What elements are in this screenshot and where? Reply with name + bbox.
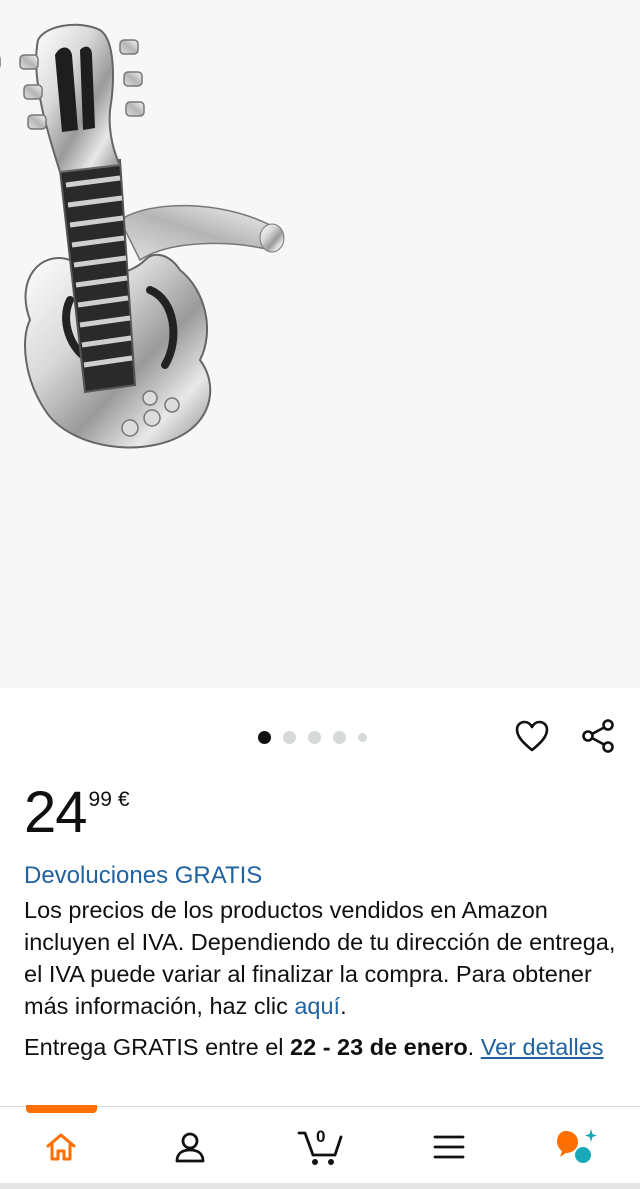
price-fraction: 99 bbox=[88, 788, 112, 811]
free-returns-link[interactable]: Devoluciones GRATIS bbox=[24, 862, 262, 890]
price-currency: € bbox=[117, 788, 130, 811]
product-image-cufflinks bbox=[0, 0, 640, 688]
pagination-dot-3[interactable] bbox=[308, 730, 321, 744]
nav-home[interactable] bbox=[31, 1123, 91, 1171]
person-icon bbox=[175, 1132, 205, 1163]
tax-note-end: . bbox=[340, 993, 347, 1019]
pagination-dot-5[interactable] bbox=[358, 732, 367, 742]
heart-icon bbox=[515, 720, 549, 752]
delivery-suffix: . bbox=[467, 1034, 481, 1060]
menu-icon bbox=[433, 1135, 465, 1159]
cart-count: 0 bbox=[316, 1127, 326, 1146]
bottom-navigation: 0 bbox=[0, 1105, 640, 1189]
share-button[interactable] bbox=[578, 716, 618, 756]
add-to-list-button[interactable] bbox=[512, 716, 552, 756]
delivery-prefix: Entrega GRATIS entre el bbox=[24, 1034, 291, 1060]
nav-cart[interactable]: 0 bbox=[290, 1123, 350, 1171]
tax-note: Los precios de los productos vendidos en… bbox=[24, 894, 624, 1022]
delivery-message: Entrega GRATIS entre el 22 - 23 de enero… bbox=[24, 1031, 624, 1064]
nav-assistant[interactable] bbox=[548, 1123, 608, 1171]
delivery-dates: 22 - 23 de enero bbox=[290, 1034, 468, 1060]
nav-account[interactable] bbox=[160, 1123, 220, 1171]
product-price: 24 99 € bbox=[24, 780, 130, 846]
home-icon bbox=[46, 1133, 76, 1161]
delivery-details-link[interactable]: Ver detalles bbox=[481, 1034, 604, 1060]
pagination-dot-4[interactable] bbox=[333, 730, 346, 744]
assistant-icon bbox=[557, 1129, 597, 1163]
product-image-gallery[interactable] bbox=[0, 0, 640, 688]
nav-menu[interactable] bbox=[419, 1123, 479, 1171]
pagination-dot-1[interactable] bbox=[258, 730, 271, 744]
share-icon bbox=[582, 719, 614, 753]
image-pagination-dots[interactable] bbox=[258, 729, 367, 745]
tax-info-link[interactable]: aquí bbox=[294, 993, 340, 1019]
system-bottom-bar bbox=[0, 1183, 640, 1189]
pagination-dot-2[interactable] bbox=[283, 730, 296, 744]
active-tab-indicator bbox=[26, 1105, 97, 1113]
price-whole: 24 bbox=[24, 780, 88, 845]
